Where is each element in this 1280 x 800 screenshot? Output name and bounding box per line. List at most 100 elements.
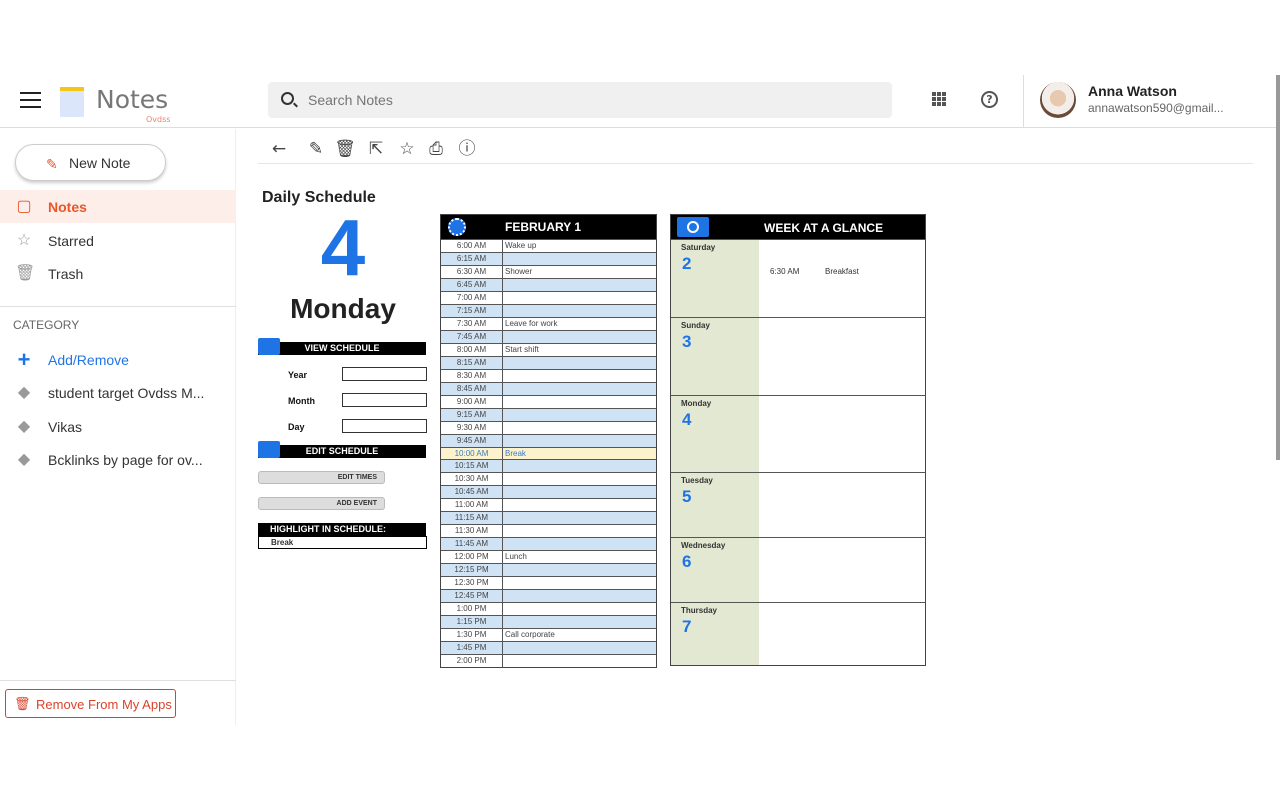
- search-bar[interactable]: [268, 82, 892, 118]
- view-schedule-bar: VIEW SCHEDULE: [258, 342, 426, 355]
- avatar[interactable]: [1040, 82, 1076, 118]
- week-day-name: Thursday: [681, 606, 718, 615]
- info-icon[interactable]: ⓘ: [456, 138, 478, 160]
- schedule-row: 8:45 AM: [441, 381, 656, 395]
- schedule-row: 12:00 PM Lunch: [441, 550, 656, 564]
- schedule-row: 1:45 PM: [441, 641, 656, 654]
- slot-event: [503, 305, 656, 317]
- remove-from-apps-button[interactable]: 🗑 Remove From My Apps: [5, 689, 176, 718]
- user-email: annawatson590@gmail...: [1088, 101, 1224, 115]
- help-icon[interactable]: ?: [981, 91, 998, 108]
- search-input[interactable]: [308, 82, 868, 118]
- slot-event: [503, 512, 656, 524]
- slot-time: 1:15 PM: [441, 616, 503, 629]
- week-event: Breakfast: [825, 267, 859, 276]
- category-label: Vikas: [48, 419, 82, 435]
- new-note-button[interactable]: ✎ New Note: [15, 144, 166, 181]
- slot-time: 7:30 AM: [441, 317, 503, 330]
- schedule-row: 7:15 AM: [441, 303, 656, 317]
- tag-icon: ◆: [17, 451, 31, 468]
- print-icon[interactable]: ⎙: [425, 138, 447, 160]
- week-at-a-glance: WEEK AT A GLANCE Saturday 2 6:30 AM Breakfa…: [670, 214, 926, 666]
- week-header-title: WEEK AT A GLANCE: [764, 221, 884, 235]
- slot-event: [503, 655, 656, 667]
- sidebar-item-starred[interactable]: ☆ Starred: [0, 224, 236, 257]
- schedule-row: 9:45 AM: [441, 433, 656, 447]
- week-day-row: Thursday 7: [671, 602, 925, 665]
- scrollbar[interactable]: [1276, 75, 1280, 460]
- schedule-row: 6:15 AM: [441, 251, 656, 265]
- slot-event: Leave for work: [505, 318, 558, 328]
- clock-icon: [448, 218, 466, 236]
- week-day-name: Tuesday: [681, 476, 713, 485]
- logo[interactable]: Notes Ovdss: [58, 83, 178, 124]
- category-item[interactable]: ◆ Bcklinks by page for ov...: [0, 443, 236, 476]
- category-item[interactable]: ◆ Vikas: [0, 410, 236, 443]
- divider: [0, 680, 236, 681]
- sidebar-item-trash[interactable]: 🗑 Trash: [0, 257, 236, 290]
- sidebar: ✎ New Note ▢ Notes ☆ Starred 🗑 Trash CATEGOR…: [0, 129, 236, 725]
- schedule-row: 6:45 AM: [441, 277, 656, 291]
- sidebar-item-label: Notes: [48, 199, 87, 215]
- category-item[interactable]: ◆ student target Ovdss M...: [0, 376, 236, 409]
- schedule-row: 9:30 AM: [441, 420, 656, 434]
- sidebar-item-notes[interactable]: ▢ Notes: [0, 190, 236, 223]
- slot-time: 1:45 PM: [441, 642, 503, 654]
- slot-time: 11:15 AM: [441, 512, 503, 525]
- category-heading: CATEGORY: [13, 318, 80, 332]
- schedule-row: 12:45 PM: [441, 589, 656, 603]
- schedule-row: 11:00 AM: [441, 498, 656, 512]
- edit-icon[interactable]: ✎: [305, 138, 327, 160]
- highlight-value: Break: [258, 536, 427, 549]
- slot-event: [503, 499, 656, 511]
- slot-time: 6:15 AM: [441, 252, 503, 265]
- slot-time: 10:45 AM: [441, 486, 503, 499]
- year-field: [342, 367, 427, 381]
- top-bar: Notes Ovdss ? Anna Watson annawatson590@…: [0, 75, 1280, 128]
- schedule-row: 8:15 AM: [441, 355, 656, 369]
- slot-time: 7:15 AM: [441, 304, 503, 317]
- star-icon[interactable]: ☆: [396, 138, 418, 160]
- apps-grid-icon[interactable]: [932, 92, 946, 106]
- schedule-row: 11:45 AM: [441, 537, 656, 551]
- week-day-name: Sunday: [681, 321, 710, 330]
- back-icon[interactable]: ←: [268, 138, 290, 160]
- week-day-row: Tuesday 5: [671, 472, 925, 537]
- slot-time: 10:30 AM: [441, 473, 503, 486]
- slot-time: 11:30 AM: [441, 525, 503, 538]
- schedule-row: 9:15 AM: [441, 407, 656, 421]
- daily-schedule-table: FEBRUARY 1 6:00 AM Wake up 6:15 AM 6:30 AM S…: [440, 214, 657, 668]
- week-day-row: Saturday 2 6:30 AM Breakfast: [671, 239, 925, 317]
- search-icon: [281, 92, 294, 105]
- toolbox-icon: [258, 441, 280, 458]
- share-icon[interactable]: ⇱: [365, 138, 387, 160]
- daily-header: FEBRUARY 1: [441, 215, 656, 239]
- tag-icon: ◆: [17, 418, 31, 435]
- slot-time: 9:30 AM: [441, 421, 503, 434]
- slot-event: Wake up: [505, 241, 537, 250]
- schedule-row: 7:30 AM Leave for work: [441, 316, 656, 330]
- logo-subtext: Ovdss: [146, 115, 171, 124]
- logo-text: Notes: [96, 85, 169, 114]
- slot-time: 12:30 PM: [441, 577, 503, 590]
- trash-icon[interactable]: 🗑: [334, 138, 356, 160]
- week-day-name: Monday: [681, 399, 712, 408]
- slot-time: 11:45 AM: [441, 538, 503, 551]
- slot-event: [503, 409, 656, 421]
- slot-time: 6:45 AM: [441, 278, 503, 291]
- menu-icon[interactable]: [20, 92, 41, 108]
- slot-event: [503, 383, 656, 395]
- slot-time: 9:15 AM: [441, 408, 503, 421]
- schedule-row: 6:30 AM Shower: [441, 264, 656, 278]
- divider: [0, 306, 236, 307]
- category-add-remove[interactable]: + Add/Remove: [0, 343, 236, 376]
- note-toolbar: ← ✎ 🗑 ⇱ ☆ ⎙ ⓘ: [258, 136, 1253, 164]
- month-field: [342, 393, 427, 407]
- slot-event: [503, 396, 656, 408]
- week-event-time: 6:30 AM: [770, 267, 800, 276]
- slot-time: 10:00 AM: [441, 447, 503, 460]
- week-day-name: Saturday: [681, 243, 716, 252]
- schedule-row: 10:30 AM: [441, 472, 656, 486]
- slot-event: [503, 486, 656, 498]
- week-day-row: Sunday 3: [671, 317, 925, 395]
